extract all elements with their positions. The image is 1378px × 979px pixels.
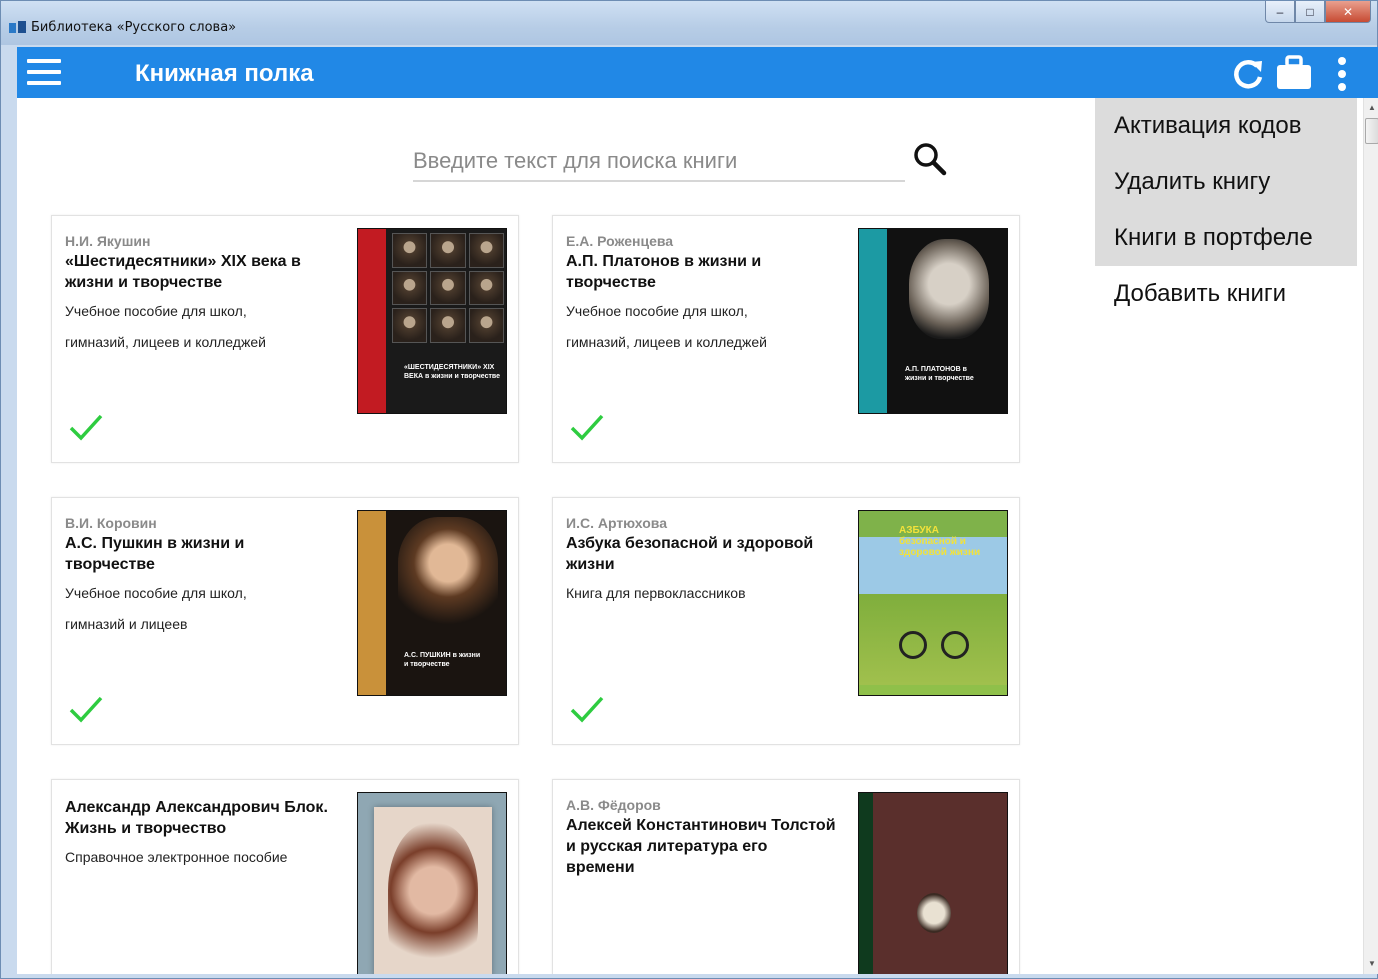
cover-title: А.С. ПУШКИН в жизни и творчестве <box>404 652 481 668</box>
menu-item-add-books[interactable]: Добавить книги <box>1095 266 1357 322</box>
book-description: гимназий, лицеев и колледжей <box>65 334 266 350</box>
book-author: А.В. Фёдоров <box>566 797 661 813</box>
window-titlebar[interactable]: Библиотека «Русского слова» – □ ✕ <box>1 1 1377 45</box>
app-window: Библиотека «Русского слова» – □ ✕ Книжна… <box>0 0 1378 979</box>
window-title: Библиотека «Русского слова» <box>31 20 237 35</box>
book-cover <box>858 792 1008 974</box>
book-title: «Шестидесятники» XIX века в жизни и твор… <box>65 253 301 291</box>
book-cover: А.П. ПЛАТОНОВ в жизни и творчестве <box>858 228 1008 414</box>
cover-title: АЗБУКА безопасной и здоровой жизни <box>899 525 981 558</box>
refresh-icon[interactable] <box>1231 57 1265 91</box>
check-icon <box>570 696 604 723</box>
maximize-button[interactable]: □ <box>1295 1 1325 23</box>
book-author: И.С. Артюхова <box>566 515 667 531</box>
book-card[interactable]: Е.А. Роженцева А.П. Платонов в жизни и т… <box>552 215 1020 463</box>
book-card[interactable]: И.С. Артюхова Азбука безопасной и здоров… <box>552 497 1020 745</box>
close-button[interactable]: ✕ <box>1325 1 1371 23</box>
book-title: А.С. Пушкин в жизни и творчестве <box>65 535 245 573</box>
book-card[interactable]: А.В. Фёдоров Алексей Константинович Толс… <box>552 779 1020 974</box>
search-icon[interactable] <box>913 142 947 176</box>
cover-title: «ШЕСТИДЕСЯТНИКИ» XIX ВЕКА в жизни и твор… <box>404 364 501 380</box>
book-description: гимназий, лицеев и колледжей <box>566 334 767 350</box>
scroll-down-arrow-icon[interactable]: ▼ <box>1364 956 1378 972</box>
book-card[interactable]: В.И. Коровин А.С. Пушкин в жизни и творч… <box>51 497 519 745</box>
window-controls: – □ ✕ <box>1265 1 1371 31</box>
vertical-scrollbar[interactable]: ▲ ▼ <box>1363 98 1378 974</box>
book-description: Справочное электронное пособие <box>65 849 288 865</box>
book-author: Е.А. Роженцева <box>566 233 674 249</box>
book-card[interactable]: Н.И. Якушин «Шестидесятники» XIX века в … <box>51 215 519 463</box>
book-author: Н.И. Якушин <box>65 233 151 249</box>
menu-item-portfolio-books[interactable]: Книги в портфеле <box>1095 210 1357 266</box>
check-icon <box>570 414 604 441</box>
book-title: Александр Александрович Блок. Жизнь и тв… <box>65 799 328 837</box>
scroll-thumb[interactable] <box>1365 118 1378 144</box>
app-toolbar: Книжная полка <box>17 47 1378 98</box>
overflow-menu: Активация кодов Удалить книгу Книги в по… <box>1095 98 1357 322</box>
book-description: гимназий и лицеев <box>65 616 188 632</box>
menu-item-activate-codes[interactable]: Активация кодов <box>1095 98 1357 154</box>
cover-title: А.П. ПЛАТОНОВ в жизни и творчестве <box>905 366 974 382</box>
more-vert-icon[interactable] <box>1333 57 1351 91</box>
book-title: Алексей Константинович Толстой и русская… <box>566 817 836 876</box>
book-cover: «ШЕСТИДЕСЯТНИКИ» XIX ВЕКА в жизни и твор… <box>357 228 507 414</box>
check-icon <box>69 414 103 441</box>
check-icon <box>69 696 103 723</box>
book-cover <box>357 792 507 974</box>
search-input[interactable] <box>413 138 905 178</box>
book-description: Учебное пособие для школ, <box>566 303 748 319</box>
briefcase-icon[interactable] <box>1275 55 1313 91</box>
book-description: Учебное пособие для школ, <box>65 303 247 319</box>
book-cover: АЗБУКА безопасной и здоровой жизни <box>858 510 1008 696</box>
minimize-button[interactable]: – <box>1265 1 1295 23</box>
book-cover: А.С. ПУШКИН в жизни и творчестве <box>357 510 507 696</box>
book-title: Азбука безопасной и здоровой жизни <box>566 535 814 573</box>
search-field <box>413 138 905 182</box>
book-description: Книга для первоклассников <box>566 585 746 601</box>
app-logo-icon <box>9 21 27 35</box>
scroll-up-arrow-icon[interactable]: ▲ <box>1364 100 1378 116</box>
book-description: Учебное пособие для школ, <box>65 585 247 601</box>
menu-icon[interactable] <box>27 59 61 85</box>
book-author: В.И. Коровин <box>65 515 157 531</box>
page-title: Книжная полка <box>135 60 314 87</box>
menu-item-delete-book[interactable]: Удалить книгу <box>1095 154 1357 210</box>
book-card[interactable]: Александр Александрович Блок. Жизнь и тв… <box>51 779 519 974</box>
book-title: А.П. Платонов в жизни и творчестве <box>566 253 762 291</box>
